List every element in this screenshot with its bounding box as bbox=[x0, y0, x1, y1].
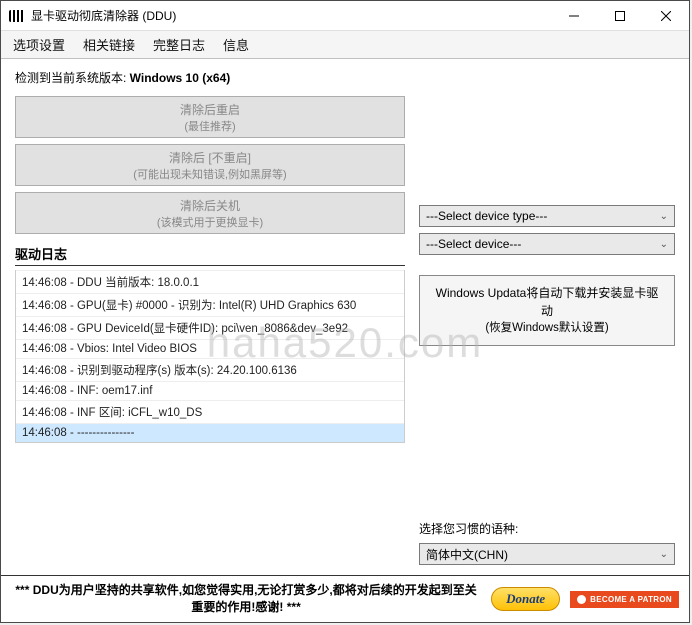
combo-text: ---Select device--- bbox=[426, 237, 521, 251]
app-icon bbox=[9, 10, 25, 22]
clean-shutdown-button[interactable]: 清除后关机 (该模式用于更换显卡) bbox=[15, 192, 405, 234]
log-row[interactable]: 14:46:08 - GPU(显卡) #0000 - 识别为: Intel(R)… bbox=[16, 293, 404, 316]
btn-line2: (可能出现未知错误,例如黑屏等) bbox=[133, 166, 286, 182]
btn-line1: 清除后 [不重启] bbox=[169, 149, 251, 166]
language-label: 选择您习惯的语种: bbox=[419, 520, 675, 537]
patron-label: BECOME A PATRON bbox=[590, 595, 672, 604]
chevron-down-icon: ⌄ bbox=[660, 549, 668, 560]
titlebar: 显卡驱动彻底清除器 (DDU) bbox=[1, 1, 689, 31]
menubar: 选项设置 相关链接 完整日志 信息 bbox=[1, 31, 689, 59]
btn-line2: (该模式用于更换显卡) bbox=[157, 214, 263, 230]
chevron-down-icon: ⌄ bbox=[660, 239, 668, 250]
btn-line2: (最佳推荐) bbox=[184, 118, 235, 134]
patreon-icon bbox=[577, 595, 586, 604]
system-prefix: 检测到当前系统版本: bbox=[15, 71, 130, 85]
left-column: 检测到当前系统版本: Windows 10 (x64) 清除后重启 (最佳推荐)… bbox=[15, 67, 405, 575]
system-info: 检测到当前系统版本: Windows 10 (x64) bbox=[15, 69, 405, 86]
log-row[interactable]: 14:46:08 - INF: oem17.inf bbox=[16, 381, 404, 400]
app-window: 显卡驱动彻底清除器 (DDU) 选项设置 相关链接 完整日志 信息 haha52… bbox=[0, 0, 690, 623]
btn-line1: 清除后关机 bbox=[180, 197, 240, 214]
log-row[interactable]: 14:46:08 - DDU 当前版本: 18.0.0.1 bbox=[16, 270, 404, 293]
maximize-button[interactable] bbox=[597, 1, 643, 31]
log-row[interactable]: 14:46:08 - GPU DeviceId(显卡硬件ID): pci\ven… bbox=[16, 316, 404, 339]
menu-log[interactable]: 完整日志 bbox=[153, 35, 205, 54]
footer-message: *** DDU为用户坚持的共享软件,如您觉得实用,无论打赏多少,都将对后续的开发… bbox=[11, 582, 481, 616]
clean-restart-button[interactable]: 清除后重启 (最佳推荐) bbox=[15, 96, 405, 138]
combo-text: ---Select device type--- bbox=[426, 209, 547, 223]
device-type-select[interactable]: ---Select device type--- ⌄ bbox=[419, 205, 675, 227]
right-column: ---Select device type--- ⌄ ---Select dev… bbox=[419, 67, 675, 575]
winupd-line2: (恢复Windows默认设置) bbox=[430, 320, 664, 337]
clean-norestart-button[interactable]: 清除后 [不重启] (可能出现未知错误,例如黑屏等) bbox=[15, 144, 405, 186]
log-title: 驱动日志 bbox=[15, 244, 405, 266]
combo-text: 简体中文(CHN) bbox=[426, 546, 508, 563]
content-area: haha520.com 检测到当前系统版本: Windows 10 (x64) … bbox=[1, 59, 689, 575]
menu-options[interactable]: 选项设置 bbox=[13, 35, 65, 54]
system-version: Windows 10 (x64) bbox=[130, 71, 231, 85]
window-title: 显卡驱动彻底清除器 (DDU) bbox=[31, 7, 551, 24]
footer: *** DDU为用户坚持的共享软件,如您觉得实用,无论打赏多少,都将对后续的开发… bbox=[1, 575, 689, 622]
minimize-button[interactable] bbox=[551, 1, 597, 31]
winupd-line1: Windows Updata将自动下载并安装显卡驱动 bbox=[430, 284, 664, 320]
device-select[interactable]: ---Select device--- ⌄ bbox=[419, 233, 675, 255]
log-row[interactable]: 14:46:08 - 识别到驱动程序(s) 版本(s): 24.20.100.6… bbox=[16, 358, 404, 381]
menu-info[interactable]: 信息 bbox=[223, 35, 249, 54]
log-row[interactable]: 14:46:08 - INF 区间: iCFL_w10_DS bbox=[16, 400, 404, 423]
log-row[interactable]: 14:46:08 - --------------- bbox=[16, 423, 404, 442]
close-button[interactable] bbox=[643, 1, 689, 31]
log-list[interactable]: 14:46:08 - DDU 当前版本: 18.0.0.1 14:46:08 -… bbox=[15, 270, 405, 443]
patron-button[interactable]: BECOME A PATRON bbox=[570, 591, 679, 608]
language-select[interactable]: 简体中文(CHN) ⌄ bbox=[419, 543, 675, 565]
menu-links[interactable]: 相关链接 bbox=[83, 35, 135, 54]
windows-update-button[interactable]: Windows Updata将自动下载并安装显卡驱动 (恢复Windows默认设… bbox=[419, 275, 675, 346]
log-row[interactable]: 14:46:08 - Vbios: Intel Video BIOS bbox=[16, 339, 404, 358]
chevron-down-icon: ⌄ bbox=[660, 211, 668, 222]
btn-line1: 清除后重启 bbox=[180, 101, 240, 118]
donate-button[interactable]: Donate bbox=[491, 587, 560, 611]
window-controls bbox=[551, 1, 689, 31]
